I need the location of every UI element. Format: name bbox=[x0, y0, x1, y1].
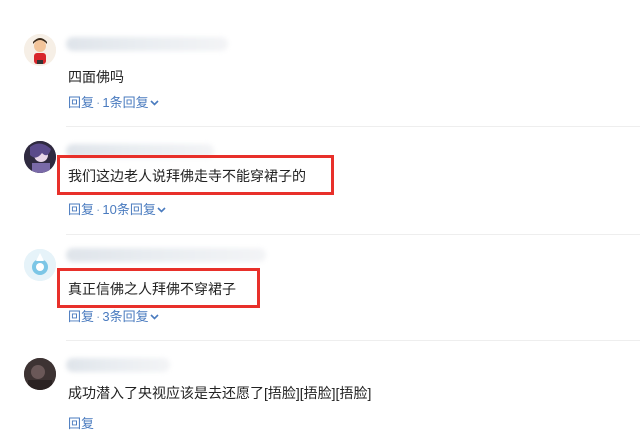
avatar[interactable] bbox=[24, 358, 56, 390]
comment-text: 四面佛吗 bbox=[68, 69, 124, 85]
separator-dot: · bbox=[96, 95, 101, 110]
view-replies-button[interactable]: 10条回复 bbox=[102, 202, 166, 217]
view-replies-button[interactable]: 3条回复 bbox=[102, 309, 159, 324]
replies-count: 10条回复 bbox=[102, 202, 156, 217]
comment-item: 成功潜入了央视应该是去还愿了[捂脸][捂脸][捂脸] 回复 bbox=[0, 341, 640, 431]
username-blurred bbox=[66, 37, 228, 51]
comment-actions: 回复 bbox=[68, 416, 94, 432]
comment-item: 四面佛吗 回复 · 1条回复 bbox=[0, 0, 640, 120]
comment-actions: 回复 · 1条回复 bbox=[68, 95, 159, 111]
avatar[interactable] bbox=[24, 34, 56, 66]
comment-text: 我们这边老人说拜佛走寺不能穿裙子的 bbox=[68, 168, 306, 184]
separator-dot: · bbox=[96, 309, 101, 324]
username-blurred bbox=[66, 248, 266, 262]
reply-button[interactable]: 回复 bbox=[68, 202, 94, 217]
chevron-down-icon bbox=[150, 314, 159, 320]
comment-item: 真正信佛之人拜佛不穿裙子 回复 · 3条回复 bbox=[0, 235, 640, 339]
comment-text: 成功潜入了央视应该是去还愿了[捂脸][捂脸][捂脸] bbox=[68, 385, 372, 401]
comment-text: 真正信佛之人拜佛不穿裙子 bbox=[68, 281, 236, 297]
avatar-image bbox=[24, 358, 56, 390]
avatar[interactable] bbox=[24, 141, 56, 173]
avatar-image bbox=[24, 249, 56, 281]
replies-count: 3条回复 bbox=[102, 309, 149, 324]
reply-button[interactable]: 回复 bbox=[68, 309, 94, 324]
comment-actions: 回复 · 3条回复 bbox=[68, 309, 159, 325]
comment-item: 我们这边老人说拜佛走寺不能穿裙子的 回复 · 10条回复 bbox=[0, 127, 640, 233]
avatar-image bbox=[24, 141, 56, 173]
avatar[interactable] bbox=[24, 249, 56, 281]
avatar-image bbox=[24, 34, 56, 66]
replies-count: 1条回复 bbox=[102, 95, 149, 110]
separator-dot: · bbox=[96, 202, 101, 217]
comment-actions: 回复 · 10条回复 bbox=[68, 202, 166, 218]
username-blurred bbox=[66, 358, 170, 372]
chevron-down-icon bbox=[150, 100, 159, 106]
view-replies-button[interactable]: 1条回复 bbox=[102, 95, 159, 110]
reply-button[interactable]: 回复 bbox=[68, 95, 94, 110]
chevron-down-icon bbox=[157, 207, 166, 213]
reply-button[interactable]: 回复 bbox=[68, 416, 94, 431]
